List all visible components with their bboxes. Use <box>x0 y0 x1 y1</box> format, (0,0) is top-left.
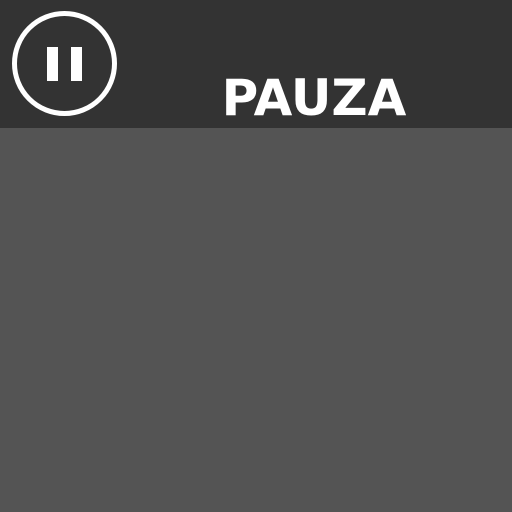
pause-bar-left <box>47 47 58 81</box>
game-area[interactable] <box>0 128 512 512</box>
pause-icon <box>17 16 112 111</box>
top-bar: PAUZA <box>0 0 512 128</box>
pause-title: PAUZA <box>221 69 407 127</box>
pause-button[interactable] <box>12 11 117 116</box>
pause-bar-right <box>71 47 82 81</box>
